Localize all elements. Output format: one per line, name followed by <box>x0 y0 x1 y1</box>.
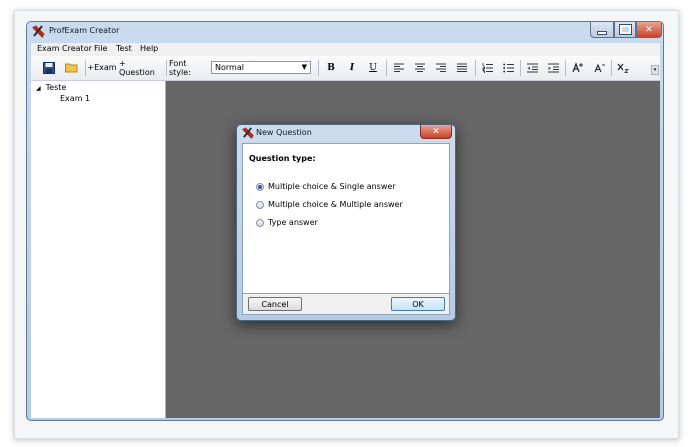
option-multiple-answer[interactable]: Multiple choice & Multiple answer <box>256 200 403 209</box>
toolbar-separator <box>318 60 319 76</box>
menu-exam-creator[interactable]: Exam Creator <box>37 44 92 53</box>
app-logo-icon <box>242 127 254 139</box>
font-style-value: Normal <box>215 63 244 72</box>
menu-bar: Exam Creator File Test Help <box>31 43 660 56</box>
toolbar-separator <box>85 60 86 76</box>
tree-node-exam[interactable]: Exam 1 <box>60 94 90 103</box>
toolbar-separator <box>565 60 566 76</box>
add-exam-button[interactable]: +Exam <box>87 59 116 76</box>
close-icon: ✕ <box>645 24 653 35</box>
align-right-icon <box>436 63 446 72</box>
decrease-indent-button[interactable] <box>524 59 540 76</box>
option-label: Type answer <box>268 218 318 227</box>
menu-test[interactable]: Test <box>116 44 132 53</box>
font-style-select[interactable]: Normal ▼ <box>211 61 311 74</box>
outdent-icon <box>526 63 538 72</box>
question-type-heading: Question type: <box>249 154 316 163</box>
shrink-font-button[interactable] <box>591 59 609 76</box>
align-left-button[interactable] <box>391 59 407 76</box>
numbered-list-icon <box>482 62 493 73</box>
toolbar-separator <box>166 60 167 76</box>
close-button[interactable]: ✕ <box>636 22 662 38</box>
grow-font-icon <box>572 62 583 73</box>
option-label: Multiple choice & Multiple answer <box>268 200 403 209</box>
justify-icon <box>457 63 467 72</box>
menu-help[interactable]: Help <box>140 44 158 53</box>
grow-font-button[interactable] <box>569 59 587 76</box>
indent-icon <box>547 63 559 72</box>
save-button[interactable] <box>41 59 57 76</box>
open-button[interactable] <box>63 59 79 76</box>
dialog-close-button[interactable]: ✕ <box>420 125 452 139</box>
tree-node-label: Teste <box>45 83 67 92</box>
shrink-font-icon <box>594 63 605 73</box>
increase-indent-button[interactable] <box>545 59 561 76</box>
exam-tree: ◢ Teste Exam 1 <box>31 81 166 418</box>
dialog-body: Question type: Multiple choice & Single … <box>242 143 450 294</box>
save-icon <box>43 61 55 74</box>
close-icon: ✕ <box>432 126 440 137</box>
align-center-button[interactable] <box>412 59 428 76</box>
justify-button[interactable] <box>454 59 470 76</box>
underline-button[interactable]: U <box>365 59 381 76</box>
subscript-button[interactable] <box>614 59 632 76</box>
minimize-button[interactable] <box>590 22 614 38</box>
radio-unselected[interactable] <box>256 200 264 209</box>
font-style-label: Font style: <box>169 58 191 77</box>
title-bar: ProfExam Creator ✕ <box>27 22 663 42</box>
dialog-title: New Question <box>256 128 312 137</box>
minimize-icon <box>597 30 607 35</box>
dialog-footer: Cancel OK <box>242 294 450 315</box>
menu-file[interactable]: File <box>94 44 107 53</box>
chevron-down-icon: ▼ <box>301 63 307 71</box>
italic-button[interactable]: I <box>344 59 360 76</box>
window-title: ProfExam Creator <box>49 26 120 35</box>
folder-icon <box>64 63 77 73</box>
ok-button[interactable]: OK <box>391 297 445 311</box>
option-single-answer[interactable]: Multiple choice & Single answer <box>256 182 396 191</box>
new-question-dialog: New Question ✕ Question type: Multiple c… <box>236 124 456 321</box>
toolbar-separator <box>611 60 612 76</box>
cancel-button[interactable]: Cancel <box>248 297 302 311</box>
bold-button[interactable]: B <box>323 59 339 76</box>
align-center-icon <box>415 63 425 72</box>
toolbar-separator <box>520 60 521 76</box>
expand-triangle-icon[interactable]: ◢ <box>36 85 41 92</box>
radio-unselected[interactable] <box>256 218 264 227</box>
toolbar: +Exam + Question Font style: Normal ▼ B … <box>31 56 660 81</box>
maximize-icon <box>618 24 632 35</box>
bullet-list-button[interactable] <box>500 59 516 76</box>
option-label: Multiple choice & Single answer <box>268 182 396 191</box>
app-logo-icon <box>32 25 45 38</box>
radio-selected[interactable] <box>256 182 264 191</box>
toolbar-separator <box>475 60 476 76</box>
option-type-answer[interactable]: Type answer <box>256 218 318 227</box>
toolbar-overflow-button[interactable]: ▾ <box>651 65 659 75</box>
numbered-list-button[interactable] <box>479 59 495 76</box>
bullet-list-icon <box>502 63 514 72</box>
toolbar-separator <box>386 60 387 76</box>
subscript-icon <box>617 63 629 73</box>
tree-node-root[interactable]: ◢ Teste <box>36 83 66 92</box>
add-question-button[interactable]: + Question <box>119 59 163 77</box>
align-right-button[interactable] <box>433 59 449 76</box>
maximize-button[interactable] <box>614 22 636 38</box>
align-left-icon <box>394 63 404 72</box>
chevron-down-icon: ▾ <box>653 67 657 73</box>
